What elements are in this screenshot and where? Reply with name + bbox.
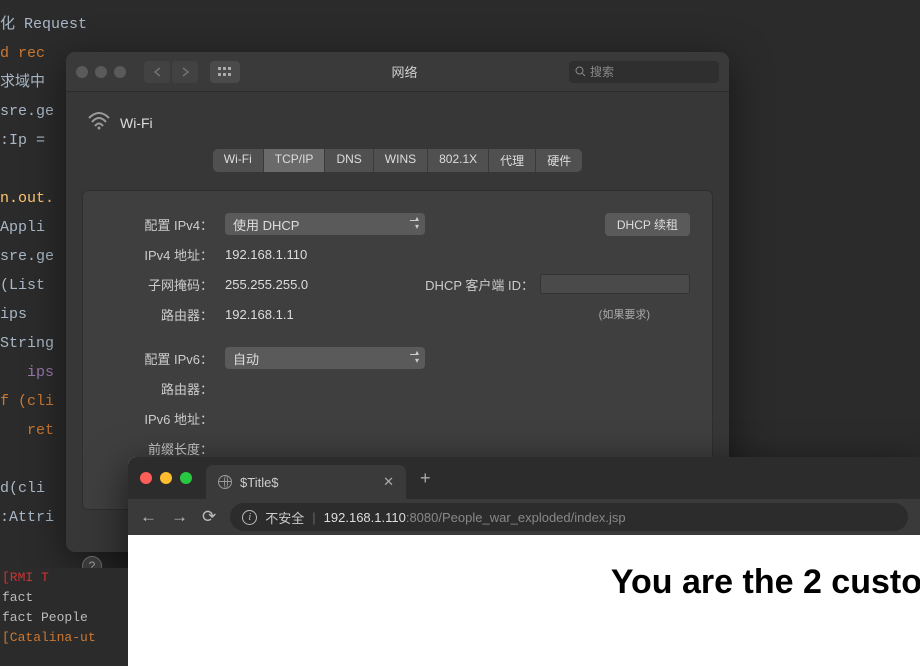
- forward-button[interactable]: →: [171, 507, 188, 527]
- browser-tabstrip: $Title$ ✕ +: [128, 457, 920, 499]
- browser-window: $Title$ ✕ + ← → ⟳ i 不安全 | 192.168.1.110:…: [128, 457, 920, 666]
- ipv4-router-label: 路由器：: [105, 305, 225, 324]
- browser-toolbar: ← → ⟳ i 不安全 | 192.168.1.110:8080/People_…: [128, 499, 920, 535]
- page-content: You are the 2 custo: [128, 535, 920, 666]
- dhcp-renew-button[interactable]: DHCP 续租: [605, 213, 690, 236]
- ipv4-config-select[interactable]: 使用 DHCP ▴▾: [225, 213, 425, 235]
- ipv4-addr-value: 192.168.1.110: [225, 247, 307, 262]
- close-tab-icon[interactable]: ✕: [383, 474, 394, 490]
- ipv6-prefix-label: 前缀长度：: [105, 439, 225, 458]
- search-input[interactable]: 搜索: [569, 61, 719, 83]
- site-info-icon[interactable]: i: [242, 510, 257, 525]
- tab-title: $Title$: [240, 475, 279, 490]
- ipv4-router-value: 192.168.1.1: [225, 307, 294, 322]
- dhcp-client-id-input[interactable]: [540, 274, 690, 294]
- dhcp-client-id-hint: (如果要求): [599, 306, 650, 322]
- connection-name: Wi-Fi: [120, 115, 153, 131]
- chevron-updown-icon: ▴▾: [415, 349, 419, 365]
- tab-DNS[interactable]: DNS: [325, 149, 373, 172]
- subnet-mask-value: 255.255.255.0: [225, 277, 308, 292]
- nav-buttons: [144, 61, 198, 83]
- ipv4-addr-label: IPv4 地址：: [105, 245, 225, 264]
- tab-硬件[interactable]: 硬件: [536, 149, 582, 172]
- ide-console: [RMI T fact fact People [Catalina-ut: [0, 568, 128, 666]
- new-tab-button[interactable]: +: [420, 468, 431, 489]
- back-button[interactable]: [144, 61, 170, 83]
- show-all-button[interactable]: [210, 61, 240, 83]
- browser-tab[interactable]: $Title$ ✕: [206, 465, 406, 499]
- search-placeholder: 搜索: [590, 63, 614, 80]
- tab-802.1X[interactable]: 802.1X: [428, 149, 489, 172]
- globe-icon: [218, 475, 232, 489]
- dhcp-client-id-label: DHCP 客户端 ID：: [425, 275, 534, 294]
- ipv4-config-label: 配置 IPv4：: [105, 215, 225, 234]
- ipv6-router-label: 路由器：: [105, 379, 225, 398]
- zoom-icon[interactable]: [114, 66, 126, 78]
- close-icon[interactable]: [76, 66, 88, 78]
- address-bar[interactable]: i 不安全 | 192.168.1.110:8080/People_war_ex…: [230, 503, 908, 531]
- forward-button[interactable]: [172, 61, 198, 83]
- back-button[interactable]: ←: [140, 507, 157, 527]
- subnet-mask-label: 子网掩码：: [105, 275, 225, 294]
- minimize-icon[interactable]: [95, 66, 107, 78]
- zoom-icon[interactable]: [180, 472, 192, 484]
- ipv6-addr-label: IPv6 地址：: [105, 409, 225, 428]
- ipv6-config-select[interactable]: 自动 ▴▾: [225, 347, 425, 369]
- window-traffic-lights[interactable]: [76, 66, 126, 78]
- tabs-row: Wi-FiTCP/IPDNSWINS802.1X代理硬件: [82, 149, 713, 172]
- tab-代理[interactable]: 代理: [489, 149, 536, 172]
- ipv6-config-label: 配置 IPv6：: [105, 349, 225, 368]
- connection-header: Wi-Fi: [82, 112, 713, 143]
- minimize-icon[interactable]: [160, 472, 172, 484]
- tab-WINS[interactable]: WINS: [374, 149, 428, 172]
- wifi-icon: [88, 112, 110, 133]
- page-heading: You are the 2 custo: [611, 563, 920, 602]
- close-icon[interactable]: [140, 472, 152, 484]
- tab-Wi-Fi[interactable]: Wi-Fi: [213, 149, 264, 172]
- reload-button[interactable]: ⟳: [202, 507, 216, 527]
- insecure-label: 不安全: [265, 508, 304, 527]
- browser-traffic-lights[interactable]: [140, 472, 192, 484]
- url-text: 192.168.1.110:8080/People_war_exploded/i…: [324, 510, 626, 525]
- chevron-updown-icon: ▴▾: [415, 215, 419, 231]
- preferences-toolbar: 网络 搜索: [66, 52, 729, 92]
- tab-TCP/IP[interactable]: TCP/IP: [264, 149, 326, 172]
- window-title: 网络: [248, 62, 561, 81]
- search-icon: [575, 66, 586, 77]
- tabs: Wi-FiTCP/IPDNSWINS802.1X代理硬件: [213, 149, 582, 172]
